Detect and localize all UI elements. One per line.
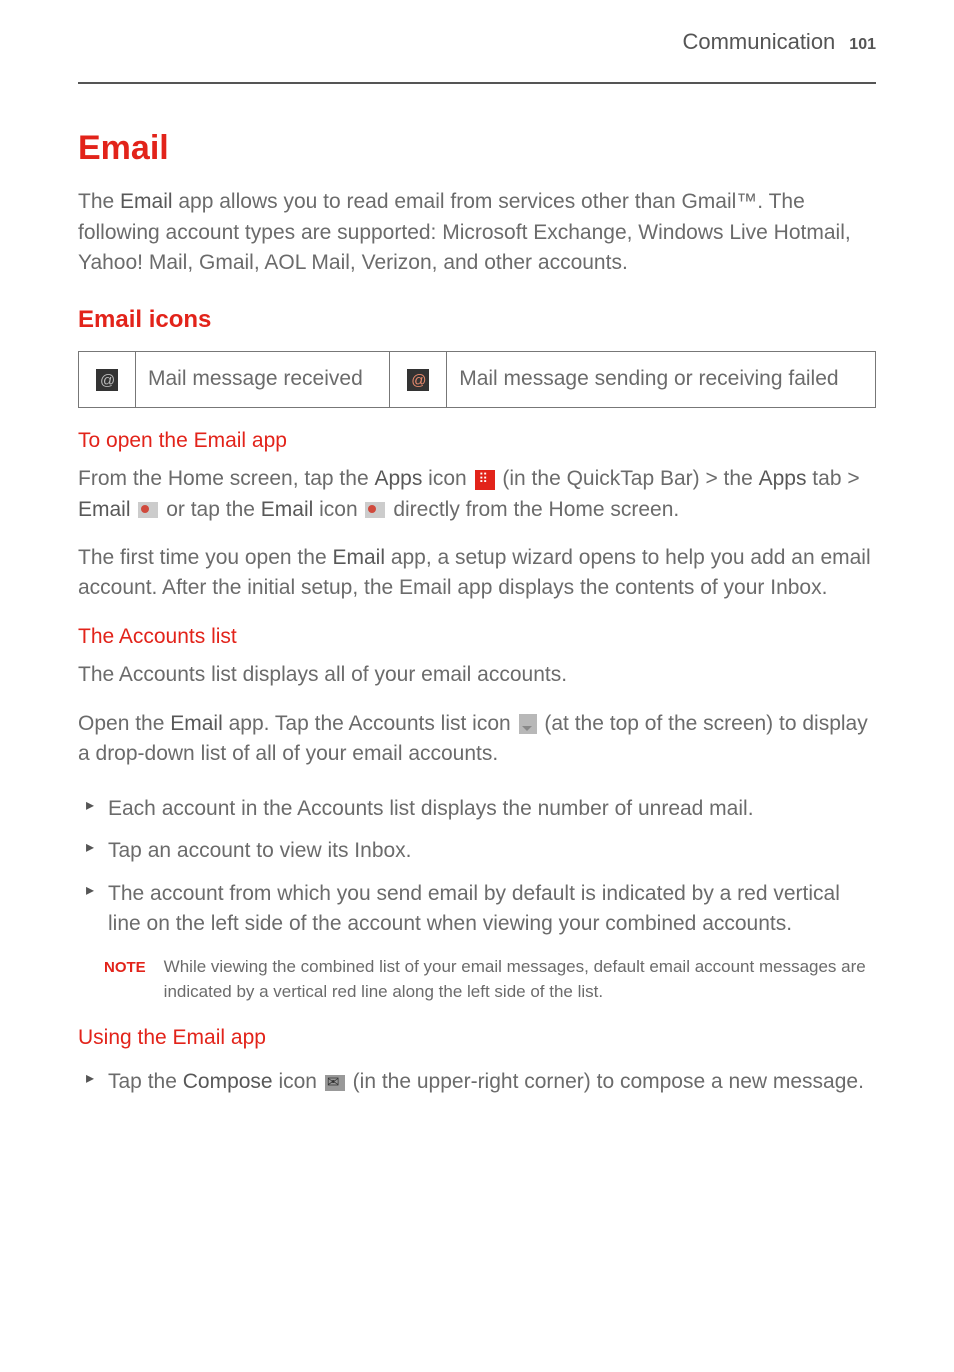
email-app-icon (365, 502, 385, 518)
mail-received-icon: @ (96, 369, 118, 391)
compose-icon (325, 1075, 345, 1091)
note-block: NOTE While viewing the combined list of … (104, 955, 876, 1004)
mail-failed-icon: @ (407, 369, 429, 391)
email-icons-heading: Email icons (78, 303, 876, 338)
text: icon (422, 467, 472, 490)
text: or tap the (160, 498, 260, 521)
icon-cell: @ (79, 352, 136, 407)
icon-description: Mail message sending or receiving failed (447, 352, 876, 407)
text: icon (273, 1070, 323, 1093)
icon-cell: @ (390, 352, 447, 407)
text: The first time you open the (78, 546, 332, 569)
table-row: @ Mail message received @ Mail message s… (79, 352, 876, 407)
intro-paragraph: The Email app allows you to read email f… (78, 187, 876, 278)
text: (in the QuickTap Bar) > the (497, 467, 759, 490)
page-title: Email (78, 124, 876, 173)
text-bold: Email (78, 498, 131, 521)
open-app-paragraph-1: From the Home screen, tap the Apps icon … (78, 464, 876, 525)
text-bold: Apps (374, 467, 422, 490)
document-page: Communication 101 Email The Email app al… (0, 0, 954, 1372)
accounts-paragraph-2: Open the Email app. Tap the Accounts lis… (78, 709, 876, 770)
using-bullet-list: Tap the Compose icon (in the upper-right… (78, 1061, 876, 1103)
text: Tap the (108, 1070, 183, 1093)
apps-icon (475, 470, 495, 490)
text-bold: Email (261, 498, 314, 521)
using-heading: Using the Email app (78, 1023, 876, 1053)
header-rule (78, 82, 876, 84)
list-item: Tap the Compose icon (in the upper-right… (78, 1061, 876, 1103)
page-header: Communication 101 (78, 26, 876, 58)
open-app-heading: To open the Email app (78, 426, 876, 456)
page-number: 101 (849, 33, 876, 56)
text: icon (313, 498, 363, 521)
text-bold: Email (170, 712, 223, 735)
text-bold: Compose (183, 1070, 273, 1093)
text-bold: Apps (759, 467, 807, 490)
list-item: Tap an account to view its Inbox. (78, 830, 876, 872)
section-title: Communication (682, 26, 835, 58)
text: The (78, 190, 120, 213)
email-app-icon (138, 502, 158, 518)
accounts-bullet-list: Each account in the Accounts list displa… (78, 788, 876, 946)
text: app. Tap the Accounts list icon (223, 712, 517, 735)
text: From the Home screen, tap the (78, 467, 374, 490)
text: (in the upper-right corner) to compose a… (347, 1070, 864, 1093)
list-item: Each account in the Accounts list displa… (78, 788, 876, 830)
note-text: While viewing the combined list of your … (164, 955, 876, 1004)
list-item: The account from which you send email by… (78, 873, 876, 946)
open-app-paragraph-2: The first time you open the Email app, a… (78, 543, 876, 604)
text: directly from the Home screen. (387, 498, 679, 521)
email-icons-table: @ Mail message received @ Mail message s… (78, 351, 876, 407)
note-label: NOTE (104, 955, 146, 979)
text: app allows you to read email from servic… (78, 190, 851, 274)
text-bold: Email (332, 546, 385, 569)
text: Open the (78, 712, 170, 735)
accounts-paragraph-1: The Accounts list displays all of your e… (78, 660, 876, 690)
icon-description: Mail message received (136, 352, 390, 407)
accounts-heading: The Accounts list (78, 622, 876, 652)
accounts-dropdown-icon (519, 714, 537, 734)
text-bold: Email (120, 190, 173, 213)
text: tab > (806, 467, 859, 490)
